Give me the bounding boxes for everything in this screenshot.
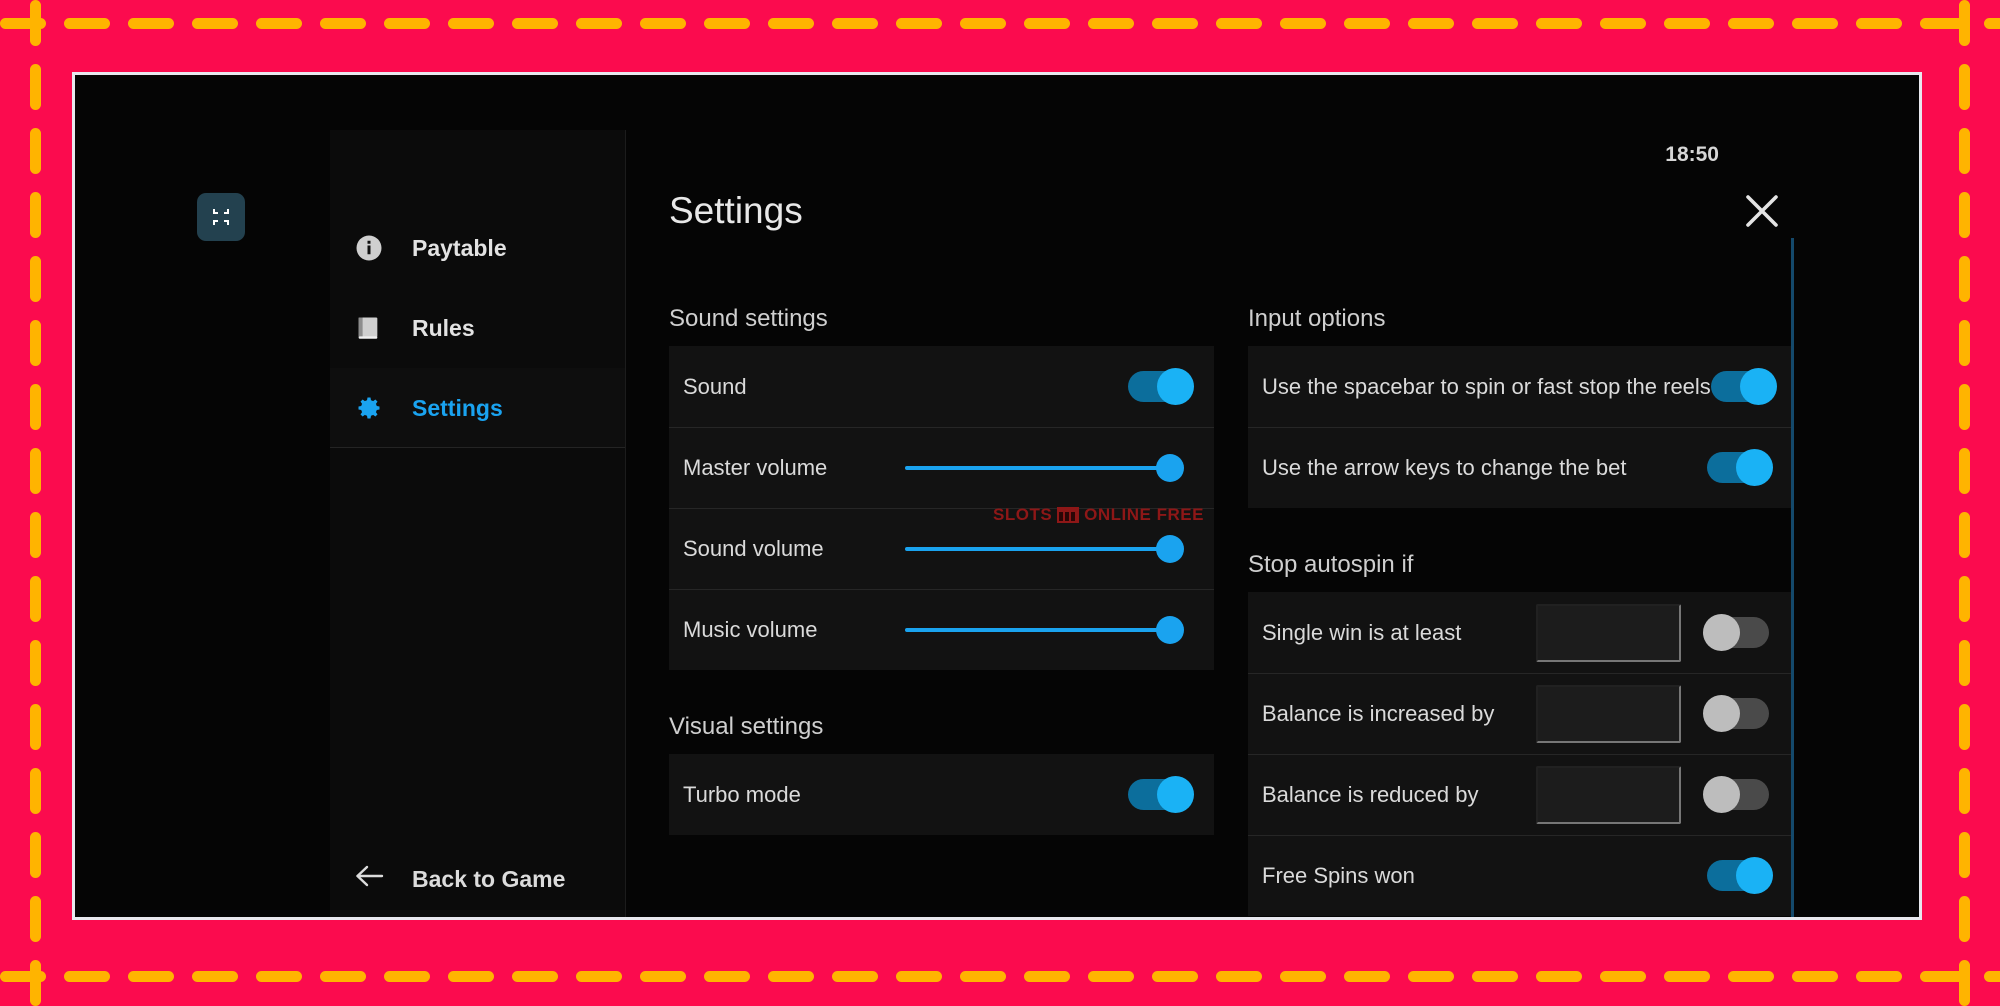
info-circle-icon [354, 233, 394, 263]
section-heading-sound-settings: Sound settings [669, 305, 1214, 333]
slider-track [905, 628, 1166, 632]
row-label: Single win is at least [1262, 620, 1536, 646]
row-label: Free Spins won [1262, 863, 1707, 889]
single-win-input[interactable] [1536, 604, 1681, 662]
book-icon [354, 314, 394, 342]
row-arrow-keys-bet[interactable]: Use the arrow keys to change the bet [1248, 427, 1793, 508]
slider-thumb[interactable] [1156, 454, 1184, 482]
row-label: Balance is increased by [1262, 701, 1536, 727]
row-label: Use the spacebar to spin or fast stop th… [1262, 374, 1711, 400]
section-heading-input-options: Input options [1248, 305, 1793, 333]
close-button[interactable] [1733, 182, 1791, 240]
row-label: Balance is reduced by [1262, 782, 1536, 808]
settings-column-left: Sound settings Sound Master volume [669, 305, 1214, 917]
sidebar-item-rules[interactable]: Rules [330, 288, 625, 368]
row-label: Sound volume [683, 536, 883, 562]
toggle-knob [1703, 776, 1740, 813]
balance-increased-input[interactable] [1536, 685, 1681, 743]
master-volume-slider[interactable] [905, 452, 1184, 483]
arrow-keys-bet-toggle[interactable] [1707, 452, 1769, 483]
toggle-knob [1703, 614, 1740, 651]
row-turbo-mode[interactable]: Turbo mode [669, 754, 1214, 835]
back-to-game-button[interactable]: Back to Game [330, 863, 565, 895]
sidebar-item-label: Rules [412, 315, 475, 342]
balance-reduced-input[interactable] [1536, 766, 1681, 824]
compress-arrows-icon [209, 205, 233, 229]
dash-col-left [30, 0, 41, 1000]
sound-toggle[interactable] [1128, 371, 1190, 402]
fullscreen-toggle-button[interactable] [197, 193, 245, 241]
row-label: Turbo mode [683, 782, 1128, 808]
sound-settings-card: Sound Master volume Sound volume [669, 346, 1214, 670]
sound-volume-slider[interactable] [905, 533, 1184, 564]
music-volume-slider[interactable] [905, 614, 1184, 645]
close-icon [1742, 191, 1782, 231]
slider-track [905, 547, 1166, 551]
dash-row-top [0, 18, 2000, 29]
balance-increased-toggle[interactable] [1707, 698, 1769, 729]
row-label: Music volume [683, 617, 883, 643]
sidebar: Paytable Rules [330, 130, 626, 920]
row-balance-increased-by[interactable]: Balance is increased by [1248, 673, 1793, 754]
section-heading-stop-autospin: Stop autospin if [1248, 551, 1793, 579]
sidebar-item-list: Paytable Rules [330, 130, 625, 448]
page-title: Settings [669, 190, 803, 232]
dash-col-right [1959, 0, 1970, 1000]
turbo-mode-toggle[interactable] [1128, 779, 1190, 810]
settings-columns: Sound settings Sound Master volume [669, 305, 1919, 917]
dash-row-bottom [0, 971, 2000, 982]
row-single-win-at-least[interactable]: Single win is at least [1248, 592, 1793, 673]
row-sound[interactable]: Sound [669, 346, 1214, 427]
toggle-knob [1736, 449, 1773, 486]
sidebar-item-label: Paytable [412, 235, 507, 262]
game-window: Journey to the West 18:50 [72, 72, 1922, 920]
slider-thumb[interactable] [1156, 535, 1184, 563]
game-canvas: Journey to the West 18:50 [75, 75, 1919, 917]
arrow-left-icon [354, 863, 394, 895]
toggle-knob [1736, 857, 1773, 894]
slider-track [905, 466, 1166, 470]
settings-panel: Settings Sound settings Sound [626, 130, 1919, 917]
spacebar-spin-toggle[interactable] [1711, 371, 1773, 402]
single-win-toggle[interactable] [1707, 617, 1769, 648]
slider-thumb[interactable] [1156, 616, 1184, 644]
row-balance-reduced-by[interactable]: Balance is reduced by [1248, 754, 1793, 835]
back-to-game-label: Back to Game [412, 866, 565, 893]
toggle-knob [1157, 776, 1194, 813]
stop-autospin-card: Single win is at least Balance is increa… [1248, 592, 1793, 916]
toggle-knob [1703, 695, 1740, 732]
input-options-card: Use the spacebar to spin or fast stop th… [1248, 346, 1793, 508]
settings-column-right: Input options Use the spacebar to spin o… [1248, 305, 1793, 917]
sidebar-item-settings[interactable]: Settings [330, 368, 625, 448]
row-spacebar-spin[interactable]: Use the spacebar to spin or fast stop th… [1248, 346, 1793, 427]
balance-reduced-toggle[interactable] [1707, 779, 1769, 810]
row-music-volume[interactable]: Music volume [669, 589, 1214, 670]
row-master-volume[interactable]: Master volume [669, 427, 1214, 508]
visual-settings-card: Turbo mode [669, 754, 1214, 835]
row-sound-volume[interactable]: Sound volume [669, 508, 1214, 589]
free-spins-won-toggle[interactable] [1707, 860, 1769, 891]
row-label: Use the arrow keys to change the bet [1262, 455, 1707, 481]
section-heading-visual-settings: Visual settings [669, 713, 1214, 741]
row-label: Sound [683, 374, 1128, 400]
panel-scrollbar[interactable] [1791, 238, 1794, 920]
sidebar-item-label: Settings [412, 395, 503, 422]
row-label: Master volume [683, 455, 883, 481]
row-free-spins-won[interactable]: Free Spins won [1248, 835, 1793, 916]
sidebar-item-paytable[interactable]: Paytable [330, 208, 625, 288]
toggle-knob [1740, 368, 1777, 405]
toggle-knob [1157, 368, 1194, 405]
gear-icon [354, 393, 394, 423]
